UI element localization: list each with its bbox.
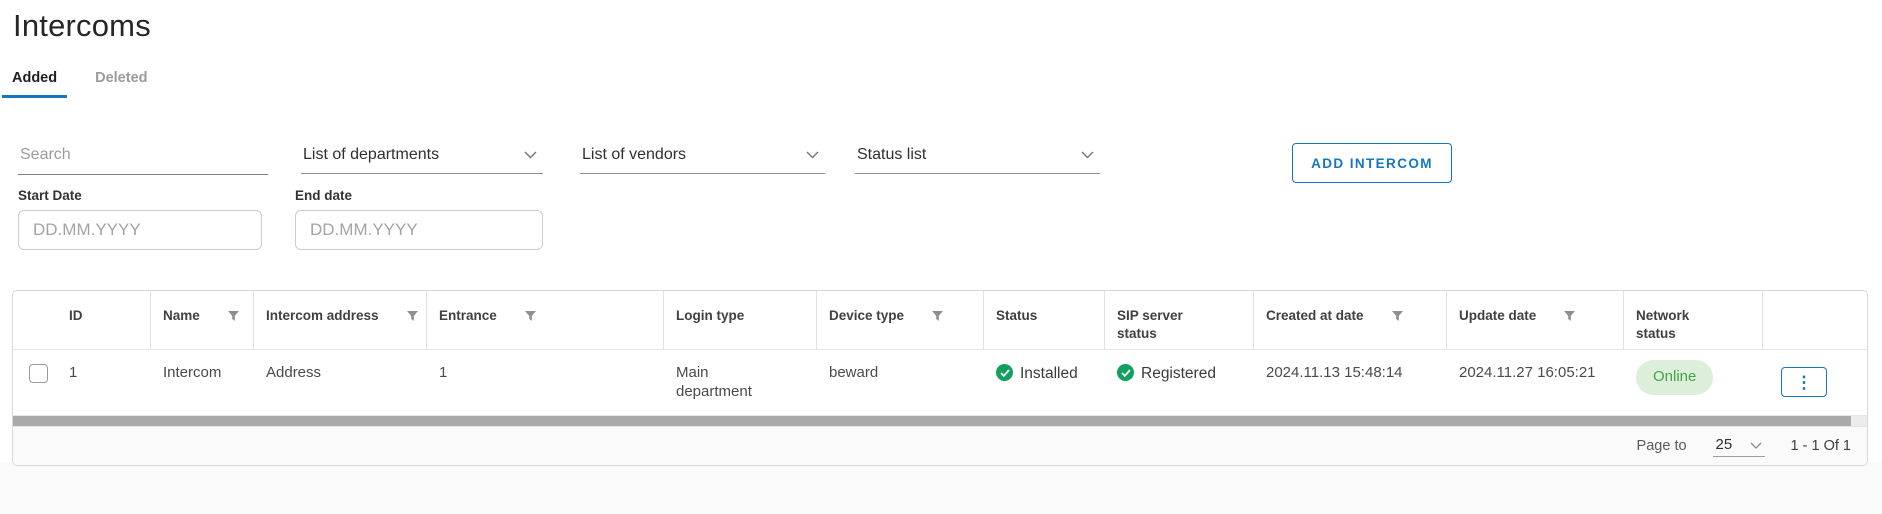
column-header-network-status: Network status	[1624, 291, 1763, 349]
end-date-label: End date	[295, 188, 543, 203]
scrollbar-thumb[interactable]	[13, 416, 1851, 426]
check-circle-icon	[996, 364, 1013, 381]
cell-id-value: 1	[69, 364, 77, 383]
filter-icon[interactable]	[525, 309, 536, 327]
cell-actions: ⋮	[1763, 350, 1867, 415]
pagination-bar: Page to 25 1 - 1 Of 1	[13, 426, 1867, 465]
start-date-label: Start Date	[18, 188, 262, 203]
filter-icon[interactable]	[1564, 309, 1575, 327]
kebab-menu-icon: ⋮	[1796, 374, 1813, 391]
table-row: 1 Intercom Address 1 Main department bew…	[13, 349, 1867, 415]
filter-icon[interactable]	[932, 309, 943, 327]
tab-deleted-label: Deleted	[95, 70, 147, 86]
end-date-input[interactable]	[295, 210, 543, 250]
search-input[interactable]	[18, 136, 268, 175]
cell-status: Installed	[984, 350, 1105, 415]
header-checkbox-spacer	[13, 291, 57, 349]
column-header-login-type-label: Login type	[676, 307, 744, 325]
cell-created-at-date: 2024.11.13 15:48:14	[1254, 350, 1447, 415]
pagination-range: 1 - 1 Of 1	[1791, 438, 1851, 454]
chevron-down-icon	[1750, 436, 1762, 453]
column-header-intercom-address-label: Intercom address	[266, 307, 379, 325]
vendors-select[interactable]: List of vendors	[580, 136, 825, 174]
network-status-badge: Online	[1636, 360, 1713, 395]
filter-icon[interactable]	[1392, 309, 1403, 327]
cell-login-type-value: Main department	[676, 364, 768, 402]
start-date-field: Start Date	[18, 188, 262, 250]
tabs: Added Deleted	[2, 66, 158, 98]
cell-name-value: Intercom	[163, 364, 221, 383]
column-header-network-status-label: Network status	[1636, 307, 1706, 342]
column-header-device-type-label: Device type	[829, 307, 904, 325]
column-header-device-type: Device type	[817, 291, 984, 349]
filter-icon[interactable]	[228, 309, 239, 327]
filter-icon[interactable]	[407, 309, 418, 327]
chevron-down-icon	[806, 146, 819, 164]
column-header-created-at-date: Created at date	[1254, 291, 1447, 349]
page-title: Intercoms	[13, 8, 151, 44]
cell-intercom-address: Address	[254, 350, 427, 415]
page-size-value: 25	[1716, 436, 1733, 453]
page-to-label: Page to	[1637, 438, 1687, 454]
add-intercom-button[interactable]: ADD INTERCOM	[1292, 143, 1452, 183]
cell-login-type: Main department	[664, 350, 817, 415]
cell-sip-server-status: Registered	[1105, 350, 1254, 415]
departments-select-value: List of departments	[303, 146, 439, 164]
column-header-entrance: Entrance	[427, 291, 664, 349]
chevron-down-icon	[524, 146, 537, 164]
column-header-status-label: Status	[996, 307, 1037, 325]
table-header: ID Name Intercom address Entrance	[13, 291, 1867, 349]
cell-checkbox	[13, 350, 57, 415]
tab-added[interactable]: Added	[2, 66, 67, 98]
start-date-input[interactable]	[18, 210, 262, 250]
check-circle-icon	[1117, 364, 1134, 381]
column-header-sip-server-status-label: SIP server status	[1117, 307, 1197, 342]
column-header-intercom-address: Intercom address	[254, 291, 427, 349]
cell-update-date: 2024.11.27 16:05:21	[1447, 350, 1624, 415]
cell-status-value: Installed	[1020, 364, 1078, 383]
column-header-name: Name	[151, 291, 254, 349]
end-date-field: End date	[295, 188, 543, 250]
column-header-update-date-label: Update date	[1459, 307, 1536, 325]
column-header-created-at-date-label: Created at date	[1266, 307, 1364, 325]
departments-select[interactable]: List of departments	[301, 136, 543, 174]
cell-entrance: 1	[427, 350, 664, 415]
column-header-name-label: Name	[163, 307, 200, 325]
vendors-select-value: List of vendors	[582, 146, 686, 164]
intercoms-table: ID Name Intercom address Entrance	[12, 290, 1868, 466]
tab-added-label: Added	[12, 70, 57, 86]
cell-update-date-value: 2024.11.27 16:05:21	[1459, 364, 1596, 383]
cell-name: Intercom	[151, 350, 254, 415]
row-checkbox[interactable]	[29, 364, 48, 383]
cell-network-status: Online	[1624, 350, 1763, 415]
chevron-down-icon	[1081, 146, 1094, 164]
column-header-status: Status	[984, 291, 1105, 349]
column-header-sip-server-status: SIP server status	[1105, 291, 1254, 349]
active-tab-indicator	[2, 95, 67, 98]
horizontal-scrollbar[interactable]	[13, 415, 1867, 426]
column-header-login-type: Login type	[664, 291, 817, 349]
tab-deleted[interactable]: Deleted	[85, 66, 157, 98]
status-select[interactable]: Status list	[855, 136, 1100, 174]
cell-created-at-date-value: 2024.11.13 15:48:14	[1266, 364, 1403, 383]
cell-entrance-value: 1	[439, 364, 447, 383]
cell-device-type: beward	[817, 350, 984, 415]
intercoms-page: Intercoms Added Deleted List of departme…	[0, 0, 1882, 514]
cell-sip-server-status-value: Registered	[1141, 364, 1216, 383]
page-background-strip	[0, 462, 1882, 514]
page-size-select[interactable]: 25	[1713, 436, 1765, 457]
row-menu-button[interactable]: ⋮	[1781, 367, 1827, 397]
column-header-id: ID	[57, 291, 151, 349]
cell-device-type-value: beward	[829, 364, 878, 383]
column-header-update-date: Update date	[1447, 291, 1624, 349]
header-actions-spacer	[1763, 291, 1867, 349]
status-select-value: Status list	[857, 146, 926, 164]
cell-id: 1	[57, 350, 151, 415]
cell-intercom-address-value: Address	[266, 364, 321, 383]
column-header-id-label: ID	[69, 307, 83, 325]
column-header-entrance-label: Entrance	[439, 307, 497, 325]
